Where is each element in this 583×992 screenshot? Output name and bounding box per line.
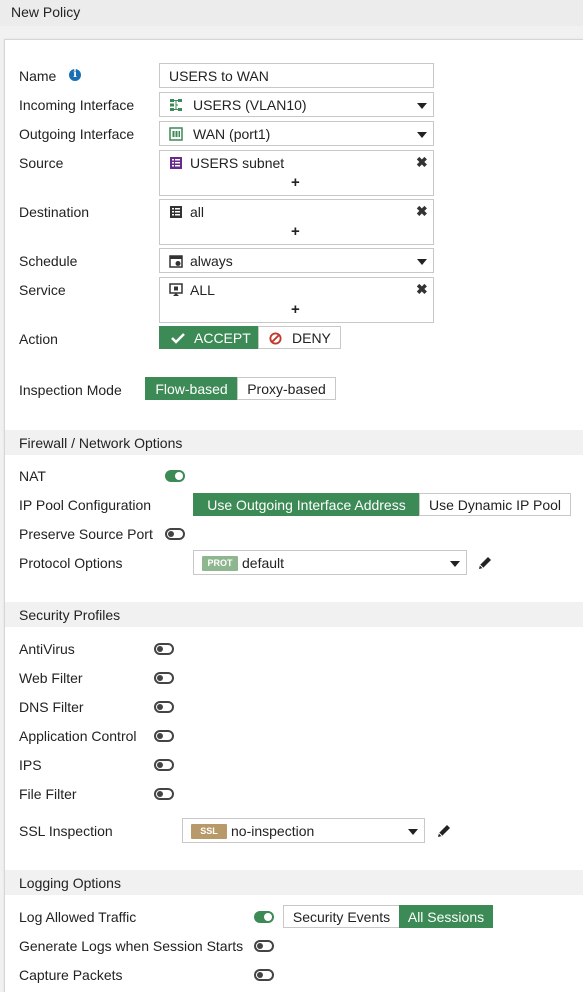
firewall-section-header: Firewall / Network Options: [5, 430, 583, 455]
pencil-icon[interactable]: [477, 555, 493, 571]
antivirus-label: AntiVirus: [19, 641, 75, 657]
service-field[interactable]: ALL ✖ +: [159, 277, 434, 323]
chevron-down-icon: [417, 259, 427, 265]
outgoing-interface-label: Outgoing Interface: [19, 126, 135, 142]
schedule-value: always: [190, 253, 233, 269]
ssl-inspection-label: SSL Inspection: [19, 823, 113, 839]
source-value: USERS subnet: [190, 155, 285, 171]
log-all-sessions-button[interactable]: All Sessions: [399, 905, 493, 928]
info-icon[interactable]: i: [69, 69, 81, 81]
name-input-value: USERS to WAN: [169, 68, 269, 84]
destination-add-button[interactable]: +: [291, 223, 300, 240]
inspection-flow-button[interactable]: Flow-based: [145, 377, 238, 400]
close-icon[interactable]: ✖: [416, 154, 428, 171]
chevron-down-icon: [417, 103, 427, 109]
action-deny-label: DENY: [292, 330, 331, 346]
window-titlebar: New Policy: [0, 0, 583, 26]
close-icon[interactable]: ✖: [416, 203, 428, 220]
session-start-log-toggle[interactable]: [254, 940, 274, 952]
inspection-mode-label: Inspection Mode: [19, 382, 122, 398]
security-section-header: Security Profiles: [5, 602, 583, 627]
destination-value: all: [190, 204, 205, 220]
pencil-icon[interactable]: [436, 823, 452, 839]
application-control-label: Application Control: [19, 728, 137, 744]
source-label: Source: [19, 155, 64, 171]
session-start-log-label: Generate Logs when Session Starts: [19, 938, 244, 954]
dns-filter-label: DNS Filter: [19, 699, 84, 715]
outgoing-interface-value: WAN (port1): [193, 126, 271, 142]
destination-label: Destination: [19, 204, 90, 220]
protocol-options-value: default: [242, 555, 285, 571]
logging-section-title: Logging Options: [19, 875, 121, 891]
nat-label: NAT: [19, 468, 46, 484]
wan-port-icon: [169, 127, 183, 141]
application-control-toggle[interactable]: [154, 730, 174, 742]
chevron-down-icon: [408, 829, 418, 835]
firewall-section-title: Firewall / Network Options: [19, 435, 183, 451]
ssl-badge: SSL: [191, 824, 227, 839]
outgoing-interface-select[interactable]: WAN (port1): [159, 121, 434, 146]
ip-pool-dynamic-button[interactable]: Use Dynamic IP Pool: [419, 493, 571, 516]
nat-toggle[interactable]: [165, 470, 185, 482]
prot-badge: PROT: [202, 556, 238, 571]
log-security-events-button[interactable]: Security Events: [283, 905, 400, 928]
web-filter-toggle[interactable]: [154, 672, 174, 684]
file-filter-label: File Filter: [19, 786, 77, 802]
action-deny-button[interactable]: DENY: [258, 326, 341, 349]
check-icon: [171, 333, 185, 344]
action-accept-label: ACCEPT: [194, 330, 251, 346]
source-add-button[interactable]: +: [291, 174, 300, 191]
service-value: ALL: [190, 282, 215, 298]
dns-filter-toggle[interactable]: [154, 701, 174, 713]
ssl-inspection-value: no-inspection: [231, 823, 315, 839]
schedule-select[interactable]: always: [159, 248, 434, 273]
ssl-inspection-select[interactable]: SSL no-inspection: [182, 818, 425, 843]
protocol-options-select[interactable]: PROT default: [193, 550, 467, 575]
name-label: Name: [19, 68, 57, 84]
incoming-interface-value: USERS (VLAN10): [193, 97, 307, 113]
ips-label: IPS: [19, 757, 42, 773]
close-icon[interactable]: ✖: [416, 281, 428, 298]
destination-field[interactable]: all ✖ +: [159, 199, 434, 245]
web-filter-label: Web Filter: [19, 670, 83, 686]
action-label: Action: [19, 331, 58, 347]
window-title: New Policy: [11, 4, 81, 20]
logging-section-header: Logging Options: [5, 870, 583, 895]
schedule-icon: [169, 255, 183, 268]
file-filter-toggle[interactable]: [154, 788, 174, 800]
service-label: Service: [19, 282, 66, 298]
antivirus-toggle[interactable]: [154, 643, 174, 655]
interface-icon: [170, 99, 182, 111]
preserve-source-port-toggle[interactable]: [165, 528, 185, 540]
ips-toggle[interactable]: [154, 759, 174, 771]
protocol-options-label: Protocol Options: [19, 555, 123, 571]
security-section-title: Security Profiles: [19, 607, 121, 623]
chevron-down-icon: [417, 132, 427, 138]
address-icon: [170, 157, 182, 169]
preserve-source-port-label: Preserve Source Port: [19, 526, 153, 542]
address-icon: [170, 206, 182, 218]
policy-form: Name i USERS to WAN Incoming Interface U…: [4, 39, 583, 992]
service-add-button[interactable]: +: [291, 301, 300, 318]
inspection-proxy-button[interactable]: Proxy-based: [237, 377, 336, 400]
schedule-label: Schedule: [19, 253, 78, 269]
log-allowed-traffic-toggle[interactable]: [254, 911, 274, 923]
source-field[interactable]: USERS subnet ✖ +: [159, 150, 434, 196]
chevron-down-icon: [450, 561, 460, 567]
deny-icon: [269, 332, 282, 345]
capture-packets-toggle[interactable]: [254, 969, 274, 981]
service-icon: [169, 283, 183, 296]
ip-pool-outgoing-button[interactable]: Use Outgoing Interface Address: [193, 493, 420, 516]
name-input[interactable]: USERS to WAN: [159, 63, 434, 88]
incoming-interface-select[interactable]: USERS (VLAN10): [159, 92, 434, 117]
capture-packets-label: Capture Packets: [19, 967, 123, 983]
log-allowed-traffic-label: Log Allowed Traffic: [19, 909, 137, 925]
ip-pool-label: IP Pool Configuration: [19, 497, 152, 513]
action-accept-button[interactable]: ACCEPT: [159, 326, 259, 349]
incoming-interface-label: Incoming Interface: [19, 97, 135, 113]
